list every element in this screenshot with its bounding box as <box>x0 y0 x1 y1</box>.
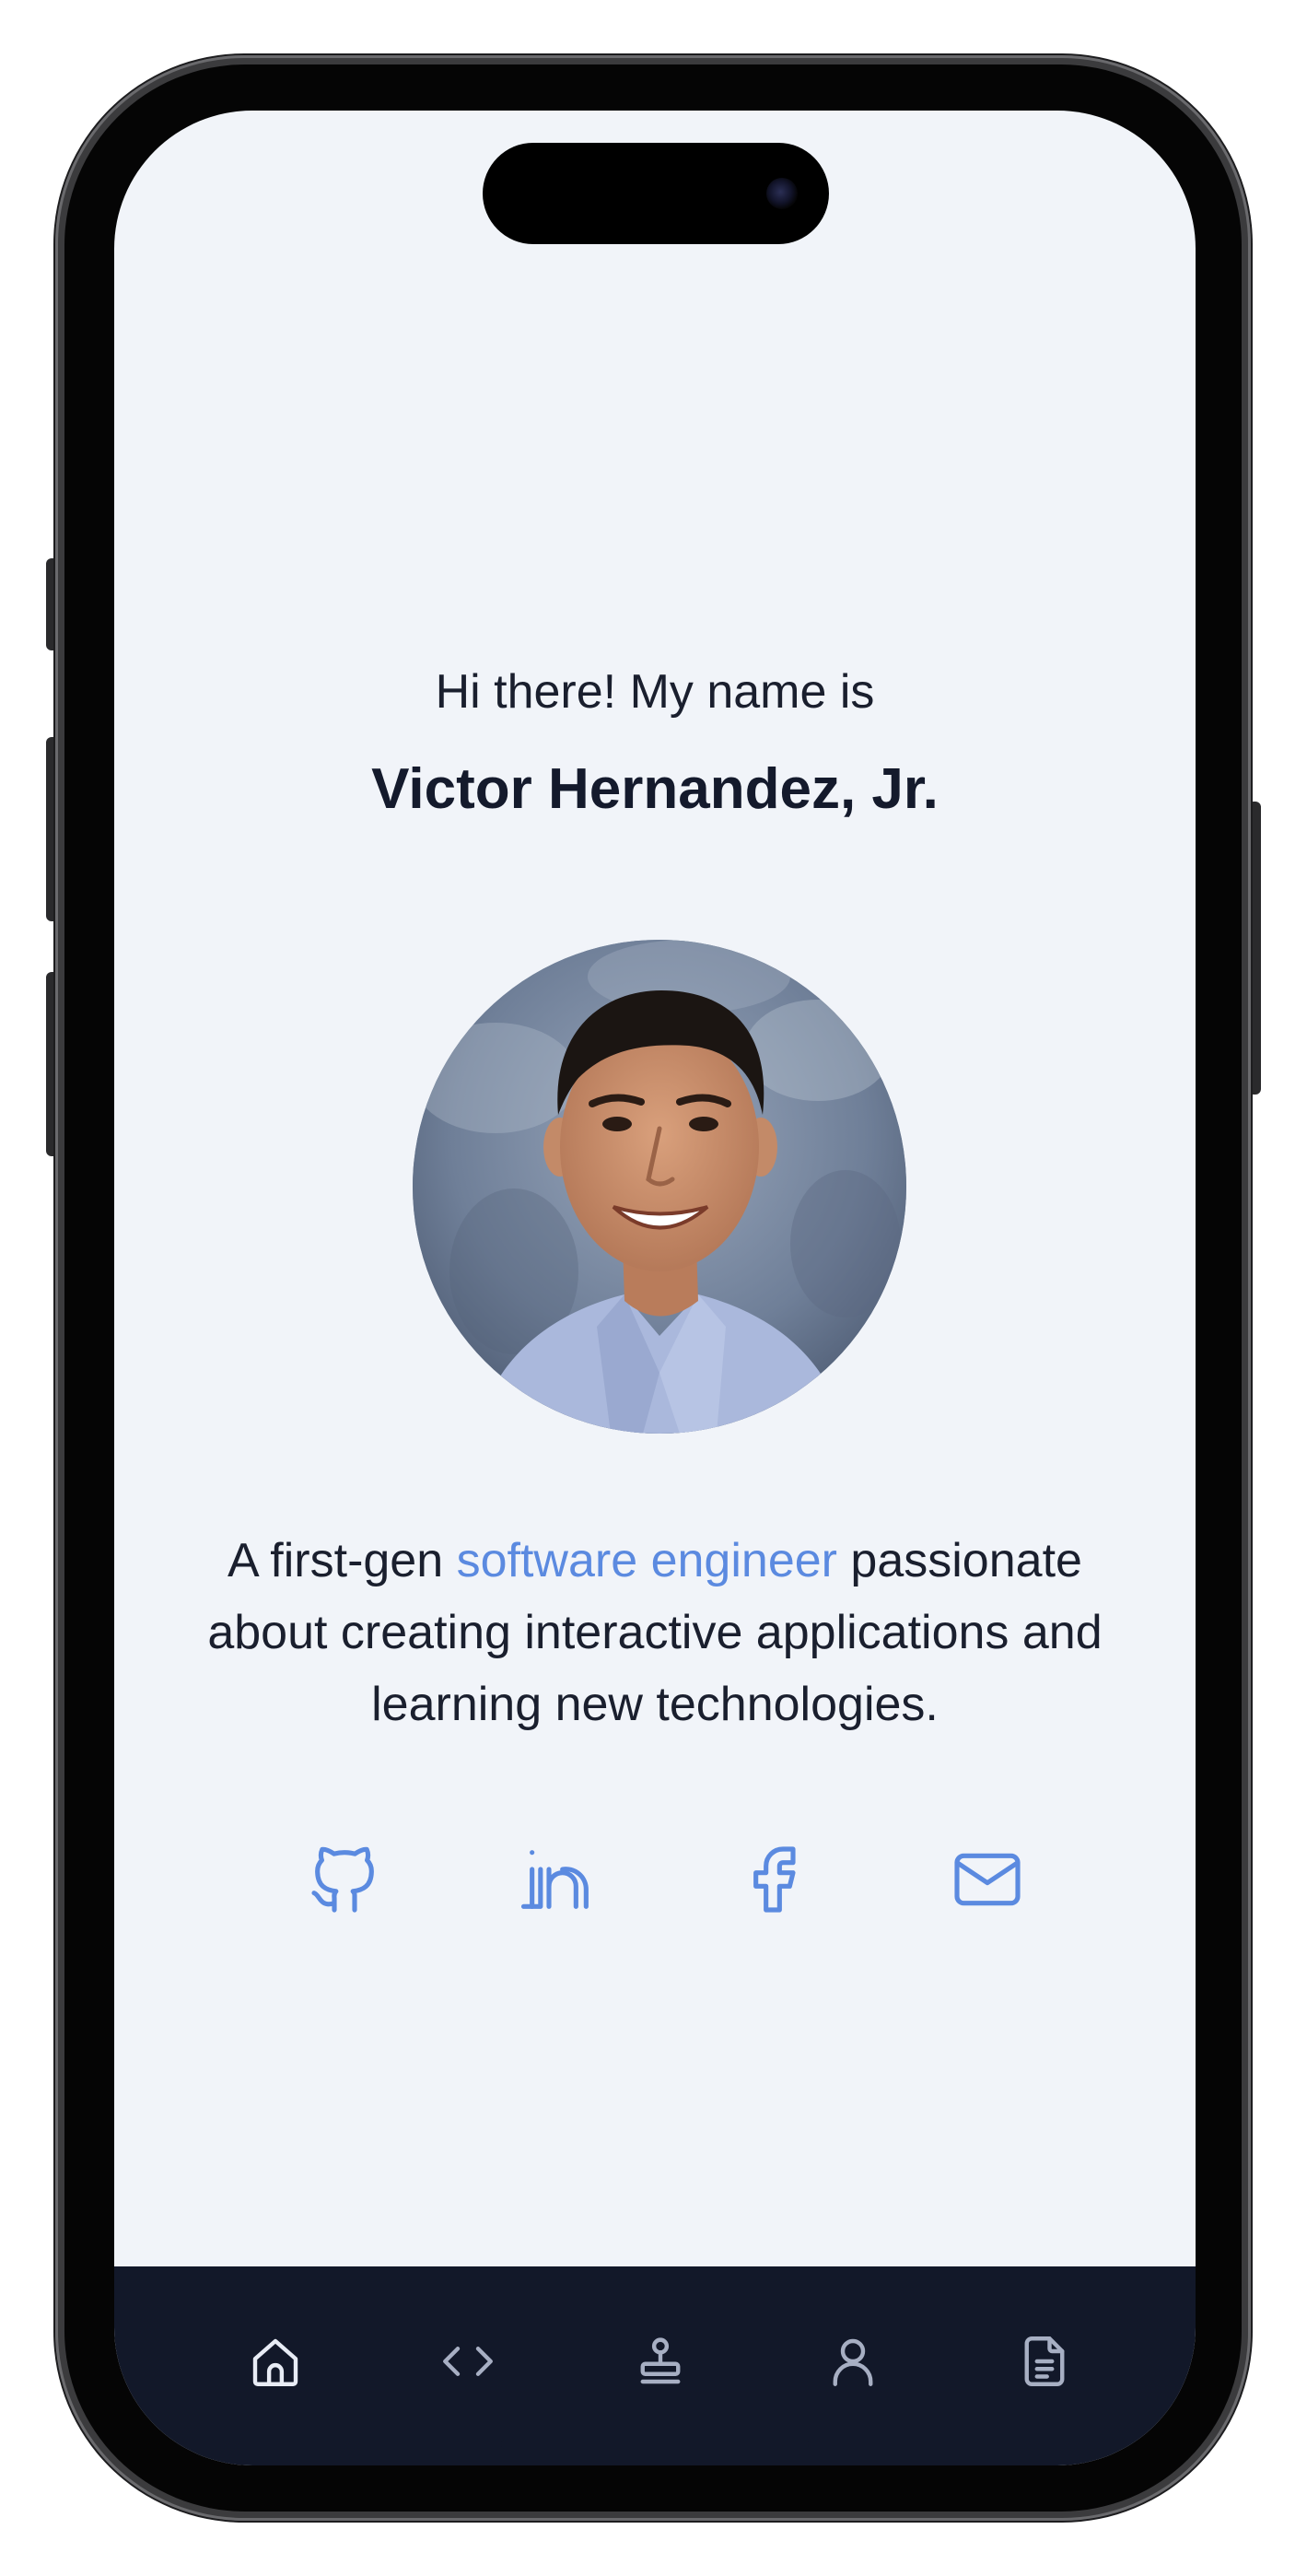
github-link[interactable] <box>298 1833 391 1926</box>
mail-icon <box>954 1853 1021 1906</box>
social-links <box>114 1833 1196 1926</box>
nav-about[interactable] <box>816 2324 890 2398</box>
bio-text-start: A first-gen <box>228 1534 457 1587</box>
profile-photo-illustration <box>413 940 906 1434</box>
email-link[interactable] <box>941 1833 1033 1926</box>
linkedin-icon <box>520 1850 589 1909</box>
nav-projects[interactable] <box>431 2324 505 2398</box>
profile-name: Victor Hernandez, Jr. <box>371 757 939 821</box>
home-icon <box>252 2338 298 2386</box>
bio-text: A first-gen software engineer passionate… <box>169 1525 1140 1740</box>
profile-photo <box>413 940 906 1434</box>
stamp-icon <box>640 2337 681 2384</box>
github-icon <box>311 1846 374 1913</box>
linkedin-link[interactable] <box>513 1833 605 1926</box>
home-indicator <box>501 2440 809 2449</box>
bottom-nav <box>114 2266 1196 2465</box>
facebook-icon <box>753 1846 796 1913</box>
nav-resume[interactable] <box>1008 2324 1081 2398</box>
phone-screen: Hi there! My name is Victor Hernandez, J… <box>114 111 1196 2465</box>
nav-home[interactable] <box>239 2324 312 2398</box>
document-icon <box>1024 2336 1065 2386</box>
device-mockup: Hi there! My name is Victor Hernandez, J… <box>0 0 1307 2576</box>
hero-section: Hi there! My name is Victor Hernandez, J… <box>114 111 1196 2266</box>
greeting-text: Hi there! My name is <box>435 665 875 719</box>
nav-experience[interactable] <box>624 2324 697 2398</box>
user-icon <box>833 2338 873 2386</box>
bio-highlight: software engineer <box>456 1534 837 1587</box>
facebook-link[interactable] <box>727 1833 819 1926</box>
code-icon <box>443 2347 493 2376</box>
